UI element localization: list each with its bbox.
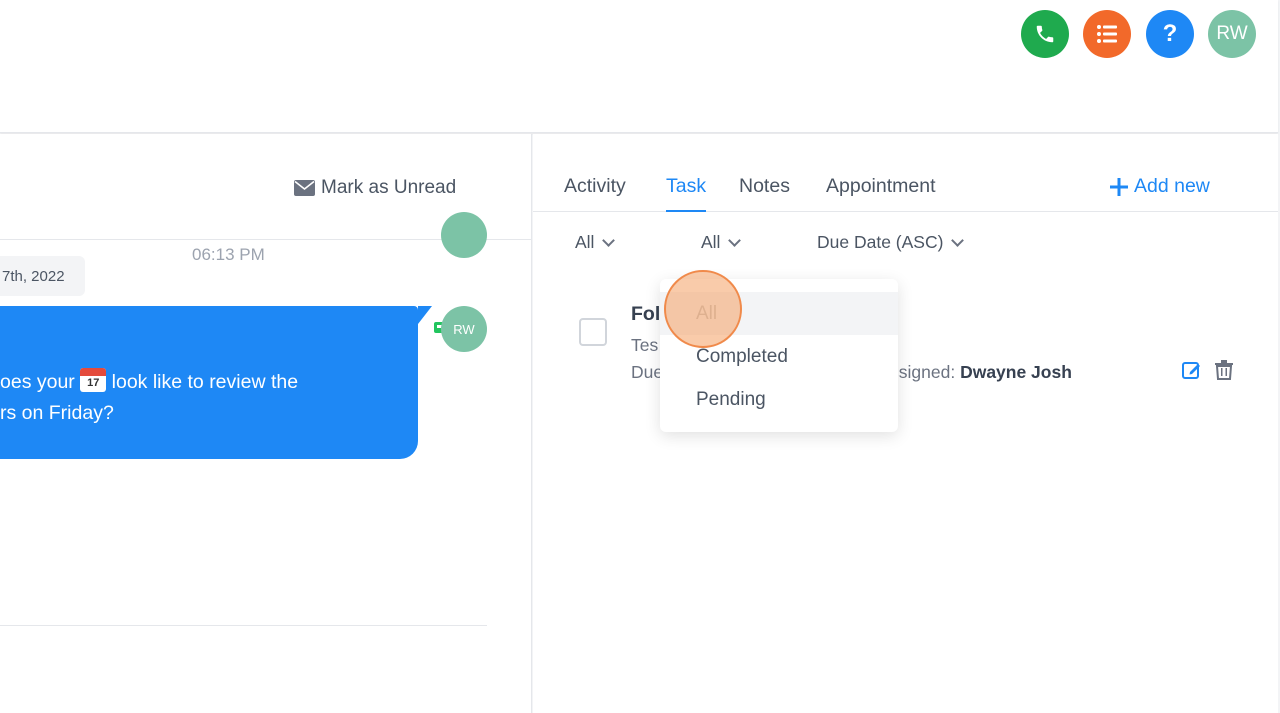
tab-bar: Activity Task Notes Appointment Add new (533, 134, 1278, 212)
chevron-down-icon (728, 233, 742, 247)
sort-dropdown[interactable]: Due Date (ASC) (817, 232, 965, 253)
envelope-icon (294, 180, 315, 196)
mark-as-unread-label: Mark as Unread (321, 177, 457, 198)
calendar-emoji-icon: 17 (80, 368, 107, 392)
add-new-label: Add new (1134, 175, 1210, 197)
status-filter-dropdown[interactable]: All (701, 232, 742, 253)
date-chip: 7th, 2022 (0, 256, 85, 296)
task-list-icon[interactable] (1083, 10, 1131, 58)
divider (0, 625, 487, 626)
message-time: 06:13 PM (192, 245, 265, 264)
sender-avatar: RW (441, 306, 487, 352)
mark-as-unread-button[interactable]: Mark as Unread (294, 177, 456, 199)
dropdown-option-pending[interactable]: Pending (660, 378, 898, 421)
trash-icon[interactable] (1215, 360, 1233, 380)
conversation-panel: Mark as Unread 06:13 PM 7th, 2022 oes yo… (0, 134, 532, 713)
phone-icon[interactable] (1021, 10, 1069, 58)
plus-icon (1110, 177, 1128, 196)
avatar (441, 212, 487, 258)
tab-task[interactable]: Task (666, 175, 707, 212)
message-line-2: rs on Friday? (0, 402, 114, 424)
help-icon[interactable]: ? (1146, 10, 1194, 58)
dropdown-option-completed[interactable]: Completed (660, 335, 898, 378)
add-new-button[interactable]: Add new (1110, 175, 1210, 198)
tab-appointment[interactable]: Appointment (826, 175, 936, 198)
task-title[interactable]: Fol (631, 303, 660, 326)
task-due-date: Due (631, 362, 664, 382)
filter-dropdown-1[interactable]: All (575, 232, 616, 253)
message-line-1: oes your 17 look like to review the (0, 367, 418, 398)
tab-activity[interactable]: Activity (564, 175, 626, 198)
tab-notes[interactable]: Notes (739, 175, 790, 198)
chevron-down-icon (602, 233, 616, 247)
task-assignee: ssigned: Dwayne Josh (890, 362, 1072, 382)
user-avatar[interactable]: RW (1208, 10, 1256, 58)
message-bubble: oes your 17 look like to review the rs o… (0, 306, 432, 459)
top-bar: ? RW (0, 0, 1278, 133)
edit-icon[interactable] (1182, 361, 1201, 380)
task-checkbox[interactable] (579, 318, 607, 346)
chevron-down-icon (951, 233, 965, 247)
dropdown-option-all[interactable]: All (660, 292, 898, 335)
task-description: Tes (631, 335, 659, 355)
details-panel: Activity Task Notes Appointment Add new … (533, 134, 1278, 713)
status-dropdown-menu: All Completed Pending (660, 279, 898, 432)
